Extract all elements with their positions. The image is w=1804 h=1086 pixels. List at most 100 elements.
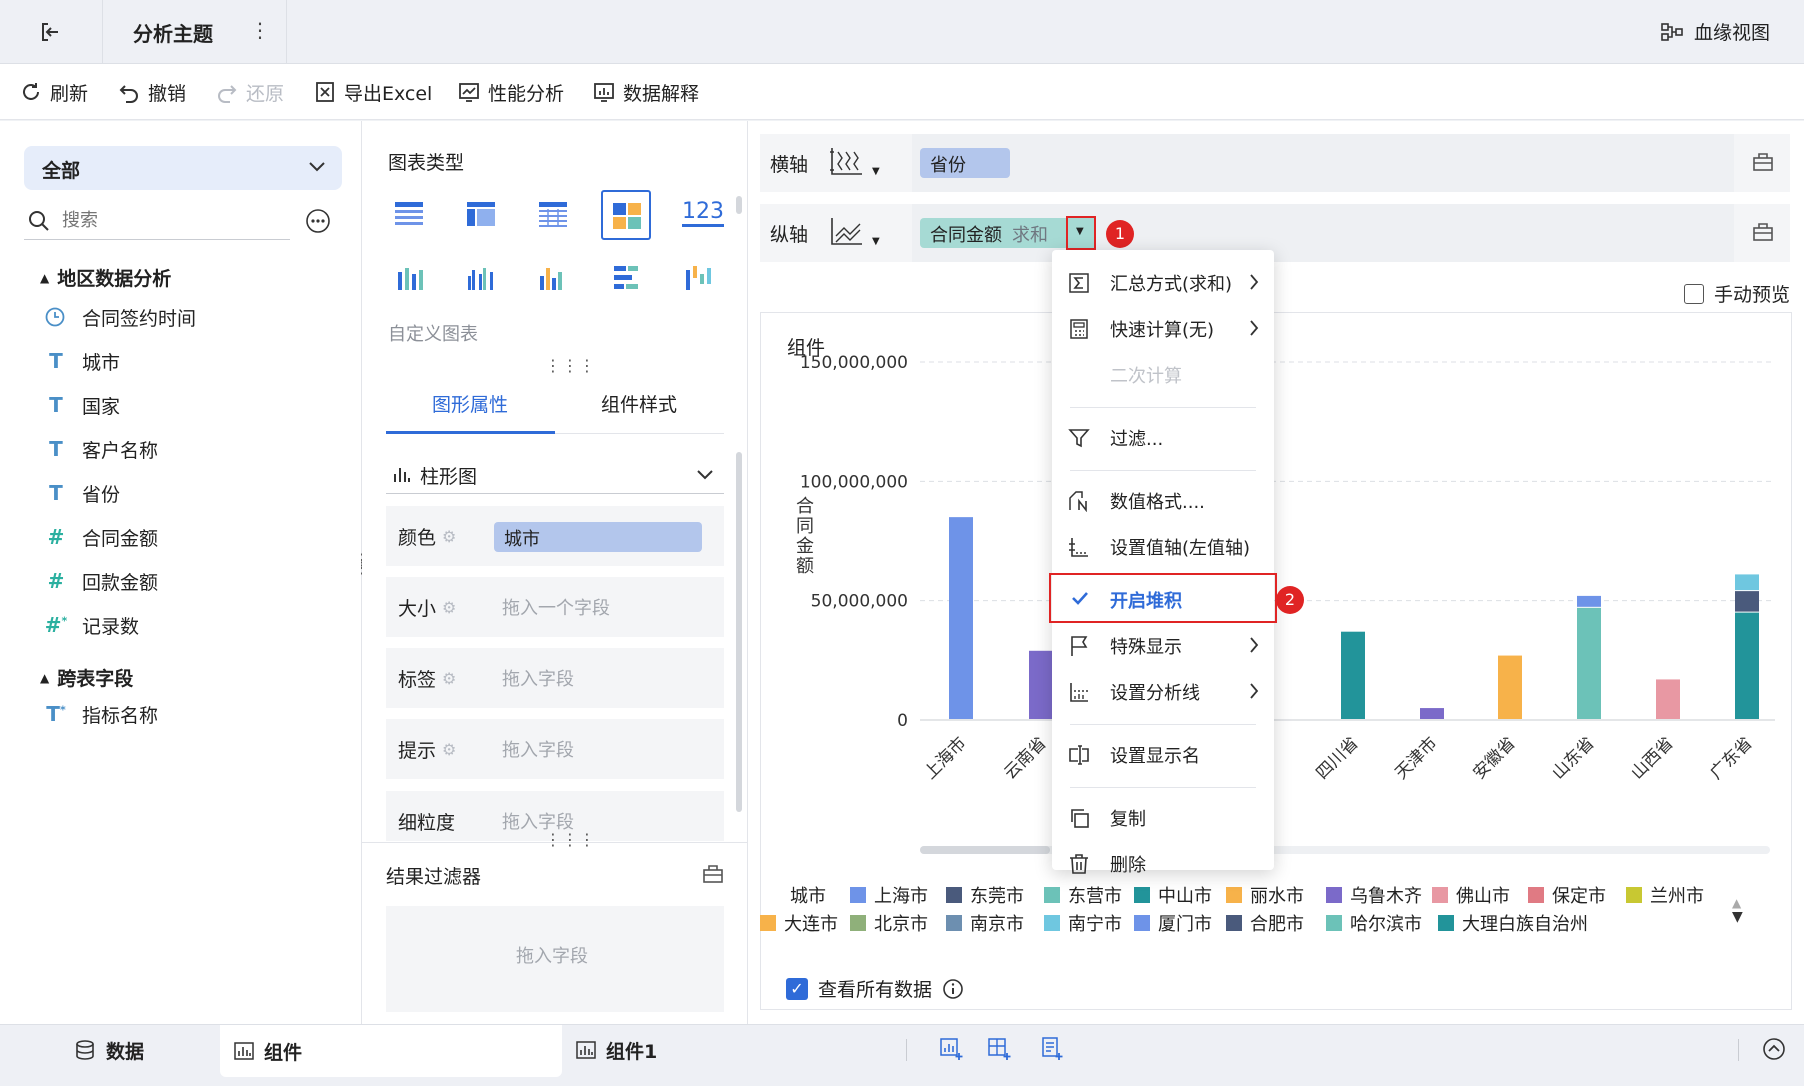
menu-item-copy[interactable]: 复制 bbox=[1052, 795, 1274, 841]
legend-item[interactable]: 乌鲁木齐 bbox=[1326, 882, 1422, 908]
field-item[interactable]: T 省份 bbox=[44, 475, 120, 511]
y-axis-dropzone[interactable]: 合同金额 求和 ▼ 1 bbox=[912, 204, 1734, 262]
y-field-pill[interactable]: 合同金额 求和 bbox=[920, 218, 1090, 248]
legend-item[interactable]: 佛山市 bbox=[1432, 882, 1510, 908]
chart-type-custom-icon[interactable] bbox=[601, 190, 651, 240]
field-item[interactable]: # 回款金额 bbox=[44, 563, 158, 599]
manual-preview-checkbox[interactable]: 手动预览 bbox=[1684, 280, 1790, 307]
refresh-button[interactable]: 刷新 bbox=[20, 64, 88, 120]
menu-item-value-axis[interactable]: 设置值轴(左值轴) bbox=[1052, 524, 1274, 570]
scrollbar-thumb[interactable] bbox=[920, 846, 1050, 854]
field-group-cross-table[interactable]: ▲ 跨表字段 bbox=[40, 664, 133, 691]
mid-scrollbar[interactable] bbox=[736, 196, 742, 214]
field-item[interactable]: T 客户名称 bbox=[44, 431, 158, 467]
field-item[interactable]: T 城市 bbox=[44, 343, 120, 379]
menu-item-aggregation[interactable]: 汇总方式(求和) bbox=[1052, 260, 1274, 306]
color-field-pill[interactable]: 城市 bbox=[494, 522, 702, 552]
menu-item-delete[interactable]: 删除 bbox=[1052, 841, 1274, 887]
legend-scroll-arrows[interactable]: ▲ ▼ bbox=[1732, 896, 1743, 924]
scope-select[interactable]: 全部 bbox=[24, 146, 342, 190]
search-box[interactable] bbox=[24, 202, 290, 240]
field-item[interactable]: #* 记录数 bbox=[44, 607, 139, 643]
y-field-dropdown-button[interactable]: ▼ bbox=[1066, 216, 1096, 250]
menu-item-filter[interactable]: 过滤... bbox=[1052, 415, 1274, 461]
tab-data[interactable]: 数据 bbox=[74, 1025, 144, 1075]
chart-type-bar-icon[interactable] bbox=[538, 264, 568, 292]
lineage-view-button[interactable]: 血缘视图 bbox=[1660, 18, 1770, 45]
view-all-data-checkbox[interactable]: ✓ 查看所有数据 bbox=[786, 975, 964, 1002]
gear-icon[interactable]: ⚙ bbox=[442, 527, 456, 546]
chart-type-waterfall-icon[interactable] bbox=[684, 264, 714, 292]
info-icon[interactable] bbox=[942, 978, 964, 1000]
legend-swatch bbox=[1134, 915, 1150, 931]
legend-item[interactable]: 保定市 bbox=[1528, 882, 1606, 908]
x-axis-dropzone[interactable]: 省份 bbox=[912, 134, 1734, 192]
menu-item-enable-stack[interactable]: 开启堆积 bbox=[1049, 573, 1277, 623]
legend-item[interactable]: 大连市 bbox=[760, 910, 838, 936]
add-component-icon[interactable] bbox=[940, 1037, 964, 1061]
legend-item[interactable]: 大理白族自治州 bbox=[1438, 910, 1588, 936]
redo-button[interactable]: 还原 bbox=[216, 64, 284, 120]
chart-type-stacked-bar-icon[interactable] bbox=[396, 264, 424, 292]
field-item[interactable]: 合同签约时间 bbox=[44, 299, 196, 335]
chart-type-horizontal-bar-icon[interactable] bbox=[612, 264, 642, 292]
legend-item[interactable]: 合肥市 bbox=[1226, 910, 1304, 936]
tab-component[interactable]: 组件 bbox=[220, 1025, 562, 1077]
x-field-pill[interactable]: 省份 bbox=[920, 148, 1010, 178]
drag-handle-icon[interactable]: ⋮⋮⋮ bbox=[545, 830, 596, 849]
y-axis-settings-icon[interactable] bbox=[1752, 222, 1774, 242]
chart-kind-select[interactable]: 柱形图 bbox=[386, 454, 724, 494]
more-vertical-icon[interactable]: ⋮ bbox=[250, 18, 270, 42]
performance-analysis-button[interactable]: 性能分析 bbox=[458, 64, 564, 120]
field-group-region[interactable]: ▲ 地区数据分析 bbox=[40, 264, 171, 291]
collapse-up-icon[interactable] bbox=[1762, 1037, 1786, 1061]
legend-item[interactable]: 上海市 bbox=[850, 882, 928, 908]
field-item[interactable]: T* 指标名称 bbox=[44, 696, 158, 732]
gear-icon[interactable]: ⚙ bbox=[442, 740, 456, 759]
legend-item[interactable]: 厦门市 bbox=[1134, 910, 1212, 936]
menu-item-quick-calc[interactable]: 快速计算(无) bbox=[1052, 306, 1274, 352]
chart-type-kpi-icon[interactable]: 123 bbox=[682, 200, 724, 227]
search-input[interactable] bbox=[62, 206, 282, 234]
menu-item-analysis-line[interactable]: 设置分析线 bbox=[1052, 669, 1274, 715]
result-filter-settings-icon[interactable] bbox=[702, 864, 724, 884]
tab-component1[interactable]: 组件1 bbox=[576, 1025, 657, 1075]
chart-type-detail-table-icon[interactable] bbox=[538, 200, 568, 228]
tab-graph-properties[interactable]: 图形属性 bbox=[386, 372, 555, 434]
legend-item[interactable]: 南宁市 bbox=[1044, 910, 1122, 936]
menu-item-display-name[interactable]: 设置显示名 bbox=[1052, 732, 1274, 778]
y-axis-type-icon[interactable]: ▼ bbox=[828, 216, 880, 248]
mid-scrollbar-lower[interactable] bbox=[736, 452, 742, 812]
result-filter-dropzone[interactable]: 拖入字段 bbox=[386, 906, 724, 1012]
chart-type-pivot-icon[interactable] bbox=[466, 200, 496, 228]
chart-type-table-icon[interactable] bbox=[394, 200, 424, 228]
legend-item[interactable]: 北京市 bbox=[850, 910, 928, 936]
prop-tooltip-slot[interactable]: 提示 ⚙ 拖入字段 bbox=[386, 719, 724, 779]
chart-horizontal-scrollbar[interactable] bbox=[920, 846, 1770, 854]
exit-icon[interactable] bbox=[38, 20, 62, 44]
add-dashboard-icon[interactable] bbox=[988, 1037, 1012, 1061]
legend-item[interactable]: 兰州市 bbox=[1626, 882, 1704, 908]
more-options-icon[interactable] bbox=[305, 208, 331, 234]
legend-item[interactable]: 哈尔滨市 bbox=[1326, 910, 1422, 936]
menu-item-special-display[interactable]: 特殊显示 bbox=[1052, 623, 1274, 669]
tab-component-style[interactable]: 组件样式 bbox=[555, 372, 724, 434]
prop-color-slot[interactable]: 颜色 ⚙ 城市 bbox=[386, 506, 724, 566]
menu-item-secondary-calc[interactable]: 二次计算 bbox=[1052, 352, 1274, 398]
x-axis-type-icon[interactable]: ▼ bbox=[828, 146, 880, 178]
gear-icon[interactable]: ⚙ bbox=[442, 598, 456, 617]
menu-item-number-format[interactable]: 数值格式.... bbox=[1052, 478, 1274, 524]
undo-button[interactable]: 撤销 bbox=[118, 64, 186, 120]
data-explain-button[interactable]: 数据解释 bbox=[593, 64, 699, 120]
legend-item[interactable]: 东莞市 bbox=[946, 882, 1024, 908]
field-item[interactable]: # 合同金额 bbox=[44, 519, 158, 555]
prop-size-slot[interactable]: 大小 ⚙ 拖入一个字段 bbox=[386, 577, 724, 637]
field-item[interactable]: T 国家 bbox=[44, 387, 120, 423]
export-excel-button[interactable]: 导出Excel bbox=[314, 64, 432, 120]
prop-label-slot[interactable]: 标签 ⚙ 拖入字段 bbox=[386, 648, 724, 708]
x-axis-settings-icon[interactable] bbox=[1752, 152, 1774, 172]
chart-type-group-bar-icon[interactable] bbox=[466, 264, 496, 292]
gear-icon[interactable]: ⚙ bbox=[442, 669, 456, 688]
legend-item[interactable]: 南京市 bbox=[946, 910, 1024, 936]
add-report-icon[interactable] bbox=[1040, 1037, 1064, 1061]
